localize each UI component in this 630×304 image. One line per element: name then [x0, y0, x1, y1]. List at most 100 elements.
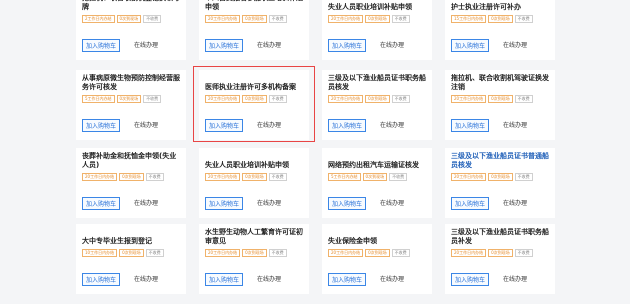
- fee-tag: 不收费: [391, 95, 410, 103]
- online-handle-button[interactable]: 在线办理: [253, 273, 285, 286]
- online-handle-button[interactable]: 在线办理: [376, 197, 408, 210]
- service-title[interactable]: 拖拉机、联合收割机登记换领号牌: [82, 0, 180, 12]
- add-to-cart-button[interactable]: 加入购物车: [328, 39, 366, 52]
- processing-time-tag: 10工作日内办结: [82, 249, 118, 257]
- add-to-cart-button[interactable]: 加入购物车: [451, 197, 489, 210]
- visits-tag: 0次到现场: [242, 249, 267, 257]
- visits-tag: 0次到现场: [116, 15, 142, 23]
- service-card: 水生野生动物人工繁育许可证初审意见 20工作日内办结 0次到现场 不收费 加入购…: [199, 224, 309, 294]
- service-title[interactable]: 医师执业注册许可多机构备案: [205, 74, 303, 92]
- add-to-cart-button[interactable]: 加入购物车: [328, 197, 366, 210]
- online-handle-button[interactable]: 在线办理: [499, 273, 531, 286]
- add-to-cart-button[interactable]: 加入购物车: [451, 273, 489, 286]
- service-title[interactable]: 个人自费报名参加职业培训补贴申领: [205, 0, 303, 12]
- visits-tag: 0次到现场: [242, 173, 267, 181]
- visits-tag: 0次到现场: [488, 15, 513, 23]
- processing-time-tag: 20工作日内办结: [451, 173, 487, 181]
- fee-tag: 不收费: [514, 249, 533, 257]
- processing-time-tag: 15工作日内办结: [451, 15, 487, 23]
- online-handle-button[interactable]: 在线办理: [499, 119, 531, 132]
- service-title[interactable]: 大中专毕业生报到登记: [82, 228, 180, 246]
- service-title[interactable]: 水生野生动物人工繁育许可证初审意见: [205, 228, 303, 246]
- service-card: 三级及以下渔业船员证书职务船员核发 20工作日内办结 0次到现场 不收费 加入购…: [322, 70, 432, 140]
- visits-tag: 0次到现场: [242, 15, 267, 23]
- visits-tag: 0次到现场: [119, 249, 144, 257]
- service-title[interactable]: 护士执业注册许可补办: [451, 0, 549, 12]
- add-to-cart-button[interactable]: 加入购物车: [82, 119, 120, 132]
- add-to-cart-button[interactable]: 加入购物车: [205, 119, 243, 132]
- online-handle-button[interactable]: 在线办理: [376, 39, 408, 52]
- service-card: 从事病原微生物预防控制经营服务许可核发 5工作日内办结 0次到现场 不收费 加入…: [76, 70, 186, 140]
- add-to-cart-button[interactable]: 加入购物车: [205, 39, 243, 52]
- service-card: 医师执业注册许可多机构备案 20工作日内办结 0次到现场 不收费 加入购物车 在…: [199, 70, 309, 140]
- service-title[interactable]: 网络预约出租汽车运输证核发: [328, 152, 426, 170]
- service-title[interactable]: 从事病原微生物预防控制经营服务许可核发: [82, 74, 180, 92]
- online-handle-button[interactable]: 在线办理: [130, 273, 162, 286]
- service-card: 三级及以下渔业船员证书职务船员补发 20工作日内办结 0次到现场 不收费 加入购…: [445, 224, 555, 294]
- fee-tag: 不收费: [389, 173, 408, 181]
- visits-tag: 0次到现场: [242, 95, 267, 103]
- processing-time-tag: 20工作日内办结: [328, 15, 364, 23]
- visits-tag: 0次到现场: [116, 95, 142, 103]
- service-card: 拖拉机、联合收割机驾驶证换发注销 20工作日内办结 0次到现场 不收费 加入购物…: [445, 70, 555, 140]
- add-to-cart-button[interactable]: 加入购物车: [451, 39, 489, 52]
- service-card: 个人自费报名参加职业培训补贴申领 20工作日内办结 0次到现场 不收费 加入购物…: [199, 0, 309, 60]
- processing-time-tag: 20工作日内办结: [205, 15, 241, 23]
- online-handle-button[interactable]: 在线办理: [499, 39, 531, 52]
- online-handle-button[interactable]: 在线办理: [376, 119, 408, 132]
- visits-tag: 0次到现场: [488, 95, 513, 103]
- service-card: 失业人员职业培训补贴申领 20工作日内办结 0次到现场 不收费 加入购物车 在线…: [199, 148, 309, 218]
- visits-tag: 0次到现场: [488, 249, 513, 257]
- service-title[interactable]: 三级及以下渔业船员证书职务船员补发: [451, 228, 549, 246]
- fee-tag: 不收费: [391, 15, 410, 23]
- fee-tag: 不收费: [145, 249, 164, 257]
- add-to-cart-button[interactable]: 加入购物车: [205, 273, 243, 286]
- online-handle-button[interactable]: 在线办理: [376, 273, 408, 286]
- service-title[interactable]: 失业人员职业培训补贴申领: [328, 0, 426, 12]
- service-card: 失业保险金申领 20工作日内办结 0次到现场 不收费 加入购物车 在线办理: [322, 224, 432, 294]
- visits-tag: 0次到现场: [488, 173, 513, 181]
- online-handle-button[interactable]: 在线办理: [253, 119, 285, 132]
- online-handle-button[interactable]: 在线办理: [130, 39, 162, 52]
- processing-time-tag: 20工作日内办结: [205, 173, 241, 181]
- fee-tag: 不收费: [268, 249, 287, 257]
- service-card: 丧葬补助金和抚恤金申领(失业人员) 20工作日内办结 0次到现场 不收费 加入购…: [76, 148, 186, 218]
- processing-time-tag: 2工作日内办结: [82, 15, 115, 23]
- processing-time-tag: 5工作日内办结: [328, 173, 361, 181]
- add-to-cart-button[interactable]: 加入购物车: [82, 273, 120, 286]
- online-handle-button[interactable]: 在线办理: [253, 197, 285, 210]
- fee-tag: 不收费: [143, 15, 162, 23]
- fee-tag: 不收费: [268, 95, 287, 103]
- fee-tag: 不收费: [268, 173, 287, 181]
- online-handle-button[interactable]: 在线办理: [130, 119, 162, 132]
- service-card: 网络预约出租汽车运输证核发 5工作日内办结 0次到现场 不收费 加入购物车 在线…: [322, 148, 432, 218]
- processing-time-tag: 20工作日内办结: [451, 249, 487, 257]
- add-to-cart-button[interactable]: 加入购物车: [451, 119, 489, 132]
- service-title[interactable]: 三级及以下渔业船员证书普通船员核发: [451, 152, 549, 170]
- fee-tag: 不收费: [514, 95, 533, 103]
- service-title[interactable]: 丧葬补助金和抚恤金申领(失业人员): [82, 152, 180, 170]
- service-card: 护士执业注册许可补办 15工作日内办结 0次到现场 不收费 加入购物车 在线办理: [445, 0, 555, 60]
- processing-time-tag: 20工作日内办结: [328, 249, 364, 257]
- add-to-cart-button[interactable]: 加入购物车: [328, 119, 366, 132]
- service-title[interactable]: 失业人员职业培训补贴申领: [205, 152, 303, 170]
- visits-tag: 0次到现场: [365, 249, 390, 257]
- add-to-cart-button[interactable]: 加入购物车: [82, 39, 120, 52]
- visits-tag: 0次到现场: [365, 15, 390, 23]
- service-card: 大中专毕业生报到登记 10工作日内办结 0次到现场 不收费 加入购物车 在线办理: [76, 224, 186, 294]
- online-handle-button[interactable]: 在线办理: [499, 197, 531, 210]
- online-handle-button[interactable]: 在线办理: [253, 39, 285, 52]
- visits-tag: 0次到现场: [365, 95, 390, 103]
- visits-tag: 0次到现场: [119, 173, 144, 181]
- fee-tag: 不收费: [514, 15, 533, 23]
- service-title[interactable]: 拖拉机、联合收割机驾驶证换发注销: [451, 74, 549, 92]
- service-title[interactable]: 失业保险金申领: [328, 228, 426, 246]
- service-title[interactable]: 三级及以下渔业船员证书职务船员核发: [328, 74, 426, 92]
- processing-time-tag: 20工作日内办结: [328, 95, 364, 103]
- online-handle-button[interactable]: 在线办理: [130, 197, 162, 210]
- add-to-cart-button[interactable]: 加入购物车: [82, 197, 120, 210]
- fee-tag: 不收费: [143, 95, 162, 103]
- service-card: 失业人员职业培训补贴申领 20工作日内办结 0次到现场 不收费 加入购物车 在线…: [322, 0, 432, 60]
- add-to-cart-button[interactable]: 加入购物车: [205, 197, 243, 210]
- add-to-cart-button[interactable]: 加入购物车: [328, 273, 366, 286]
